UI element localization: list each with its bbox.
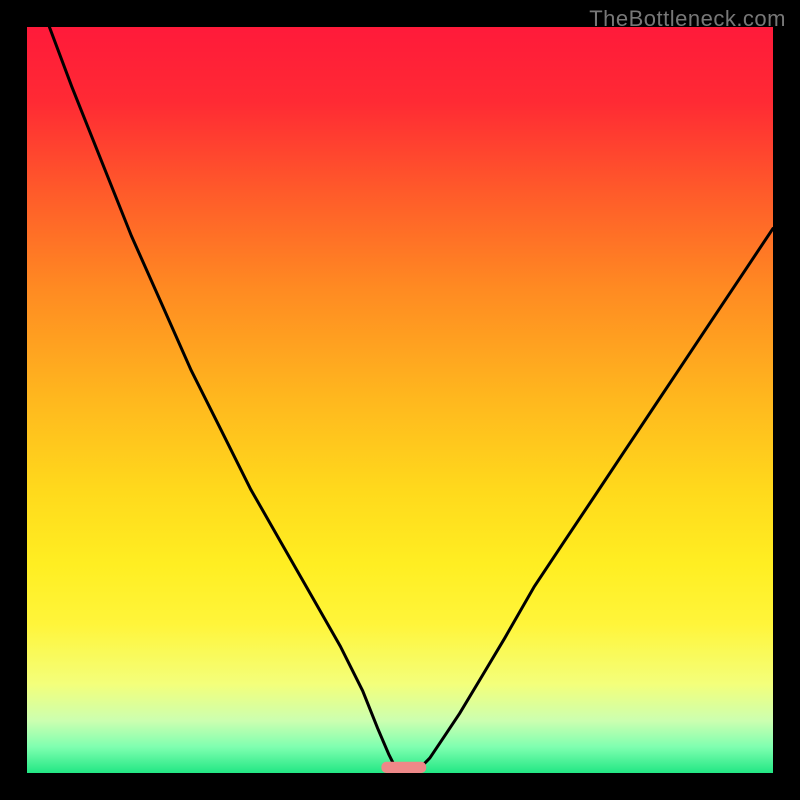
plot-background bbox=[27, 27, 773, 773]
bottleneck-plot bbox=[0, 0, 800, 800]
watermark-text: TheBottleneck.com bbox=[589, 6, 786, 32]
chart-stage: TheBottleneck.com bbox=[0, 0, 800, 800]
minimum-marker bbox=[381, 762, 426, 773]
